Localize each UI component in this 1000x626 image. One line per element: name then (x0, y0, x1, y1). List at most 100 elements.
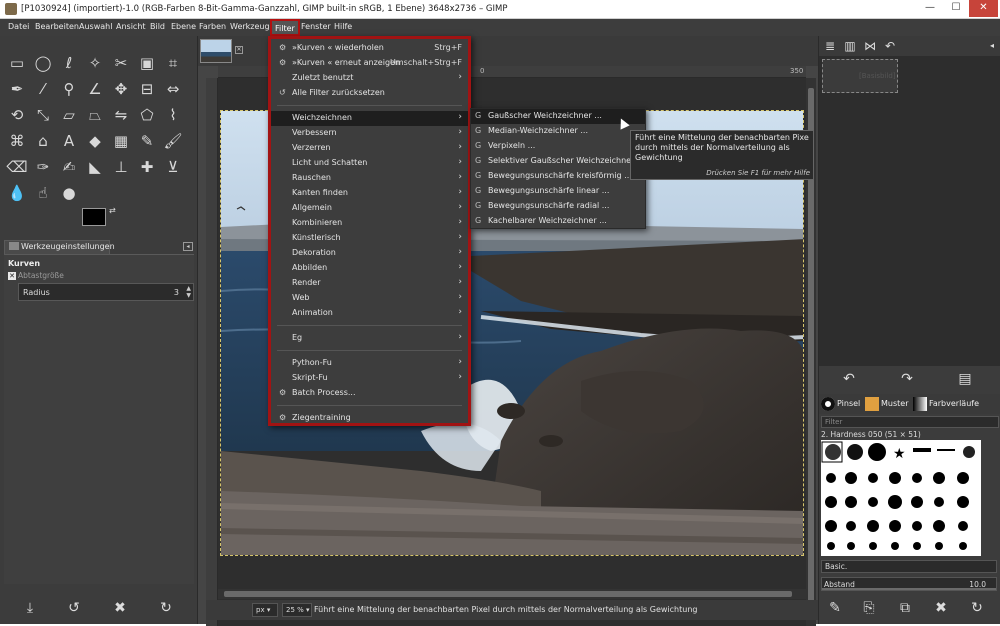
filter-kanten-finden[interactable]: Kanten finden › (271, 186, 468, 201)
menu-bild[interactable]: Bild (150, 22, 165, 31)
perspective-icon[interactable]: ⏢ (84, 104, 106, 126)
heal-icon[interactable]: ✚ (136, 156, 158, 178)
refresh-brushes-icon[interactable]: ↻ (967, 598, 987, 618)
paths-icon[interactable]: ✒ (6, 78, 28, 100)
dodge-burn-icon[interactable]: ● (58, 182, 80, 204)
image-tab-thumbnail[interactable] (200, 39, 232, 63)
channels-tab-icon[interactable]: ▥ (841, 38, 859, 54)
handle-transform-icon[interactable]: ⌂ (32, 130, 54, 152)
blur-tileable[interactable]: G Kachelbarer Weichzeichner ... (471, 214, 645, 229)
recent-filters-item[interactable]: Zuletzt benutzt › (271, 71, 468, 86)
menu-hilfe[interactable]: Hilfe (334, 22, 352, 31)
filter-skript-fu[interactable]: Skript-Fu › (271, 371, 468, 386)
spin-arrows-icon[interactable]: ▲ ▼ (186, 285, 191, 299)
undo-icon[interactable]: ↶ (839, 370, 859, 388)
filter-abbilden[interactable]: Abbilden › (271, 261, 468, 276)
eraser-icon[interactable]: ⌫ (6, 156, 28, 178)
zoom-icon[interactable]: ⚲ (58, 78, 80, 100)
smudge-icon[interactable]: ☝ (32, 182, 54, 204)
horizontal-scroll-thumb[interactable] (224, 591, 792, 597)
menu-ansicht[interactable]: Ansicht (116, 22, 146, 31)
fg-bg-colors[interactable]: ⇄ (82, 206, 122, 238)
delete-brush-icon[interactable]: ✖ (931, 598, 951, 618)
flip-icon[interactable]: ⇋ (110, 104, 132, 126)
radius-value[interactable]: 3 (174, 288, 179, 297)
vertical-ruler[interactable] (206, 78, 218, 626)
scale-icon[interactable]: ⤡ (32, 104, 54, 126)
save-options-icon[interactable]: ⤓ (20, 598, 40, 618)
duplicate-brush-icon[interactable]: ⧉ (895, 598, 915, 618)
menu-werkzeuge[interactable]: Werkzeuge (230, 22, 274, 31)
filter-web[interactable]: Web › (271, 291, 468, 306)
filter-allgemein[interactable]: Allgemein › (271, 201, 468, 216)
filter-kuenstlerisch[interactable]: Künstlerisch › (271, 231, 468, 246)
color-picker-icon[interactable]: ⁄ (32, 78, 54, 100)
blur-motion-linear[interactable]: G Bewegungsunschärfe linear ... (471, 184, 645, 199)
redo-icon[interactable]: ↷ (897, 370, 917, 388)
ink-icon[interactable]: ✍ (58, 156, 80, 178)
warp-icon[interactable]: ⌇ (162, 104, 184, 126)
blur-icon[interactable]: 💧 (6, 182, 28, 204)
move-icon[interactable]: ✥ (110, 78, 132, 100)
bucket-fill-icon[interactable]: ◆ (84, 130, 106, 152)
unit-select[interactable]: px ▾ (252, 603, 278, 617)
close-icon[interactable]: ✕ (8, 272, 16, 280)
brush-filter-input[interactable]: Filter (821, 416, 999, 428)
tab-tool-options[interactable]: Werkzeugeinstellungen (4, 240, 115, 254)
menu-ebene[interactable]: Ebene (171, 22, 196, 31)
transform-icon[interactable]: ⇔ (162, 78, 184, 100)
tab-gradients[interactable]: Farbverläufe (913, 396, 979, 412)
filter-verbessern[interactable]: Verbessern › (271, 126, 468, 141)
scissors-icon[interactable]: ✂ (110, 52, 132, 74)
edit-brush-icon[interactable]: ✎ (825, 598, 845, 618)
filter-eg[interactable]: Eg › (271, 331, 468, 346)
filter-ziegentraining[interactable]: ⚙ Ziegentraining (271, 411, 468, 426)
delete-options-icon[interactable]: ✖ (110, 598, 130, 618)
rotate-icon[interactable]: ⟲ (6, 104, 28, 126)
paintbrush-icon[interactable]: 🖌 (162, 130, 184, 152)
lasso-icon[interactable]: ℓ (58, 52, 80, 74)
filter-animation[interactable]: Animation › (271, 306, 468, 321)
blur-motion-radial[interactable]: G Bewegungsunschärfe radial ... (471, 199, 645, 214)
reset-options-icon[interactable]: ↻ (156, 598, 176, 618)
reset-filters-item[interactable]: ↺ Alle Filter zurücksetzen (271, 86, 468, 101)
close-window-button[interactable]: ✕ (969, 0, 998, 17)
menu-farben[interactable]: Farben (199, 22, 226, 31)
filter-verzerren[interactable]: Verzerren › (271, 141, 468, 156)
brush-preset-select[interactable]: Basic. (821, 560, 997, 573)
cage-icon[interactable]: ⬠ (136, 104, 158, 126)
close-image-tab-icon[interactable]: ✕ (235, 46, 243, 54)
text-icon[interactable]: A (58, 130, 80, 152)
blur-selective-gaussian[interactable]: G Selektiver Gaußscher Weichzeichner ... (471, 154, 645, 169)
align-icon[interactable]: ⊟ (136, 78, 158, 100)
foreground-color[interactable] (82, 208, 106, 226)
menu-filter[interactable]: Filter (270, 19, 300, 36)
menu-auswahl[interactable]: Auswahl (79, 22, 112, 31)
layer-item[interactable]: [Basisbild] (822, 59, 898, 93)
swap-colors-icon[interactable]: ⇄ (109, 206, 116, 215)
menu-bearbeiten[interactable]: Bearbeiten (35, 22, 79, 31)
foreground-select-icon[interactable]: ▣ (136, 52, 158, 74)
filter-python-fu[interactable]: Python-Fu › (271, 356, 468, 371)
shear-icon[interactable]: ▱ (58, 104, 80, 126)
sample-size-row[interactable]: ✕ Abtastgröße (8, 271, 64, 280)
restore-options-icon[interactable]: ↺ (64, 598, 84, 618)
blur-motion-circular[interactable]: G Bewegungsunschärfe kreisförmig ... (471, 169, 645, 184)
measure-icon[interactable]: ∠ (84, 78, 106, 100)
airbrush-icon[interactable]: ✑ (32, 156, 54, 178)
horizontal-scrollbar[interactable] (218, 589, 806, 599)
paths-tab-icon[interactable]: ⋈ (861, 38, 879, 54)
configure-tab-icon[interactable]: ◂ (183, 242, 193, 251)
ellipse-select-icon[interactable]: ◯ (32, 52, 54, 74)
blur-pixelize[interactable]: G Verpixeln ... (471, 139, 645, 154)
tab-brushes[interactable]: Pinsel (821, 396, 860, 412)
spacing-slider-bar[interactable] (822, 588, 996, 590)
maximize-button[interactable]: ☐ (943, 0, 969, 17)
rect-select-icon[interactable]: ▭ (6, 52, 28, 74)
clear-history-icon[interactable]: ▤ (955, 370, 975, 388)
minimize-button[interactable]: — (917, 0, 943, 17)
spacing-slider[interactable]: Abstand 10.0 (821, 577, 997, 591)
tab-patterns[interactable]: Muster (865, 396, 909, 412)
perspective-clone-icon[interactable]: ⊻ (162, 156, 184, 178)
zoom-select[interactable]: 25 % ▾ (282, 603, 312, 617)
